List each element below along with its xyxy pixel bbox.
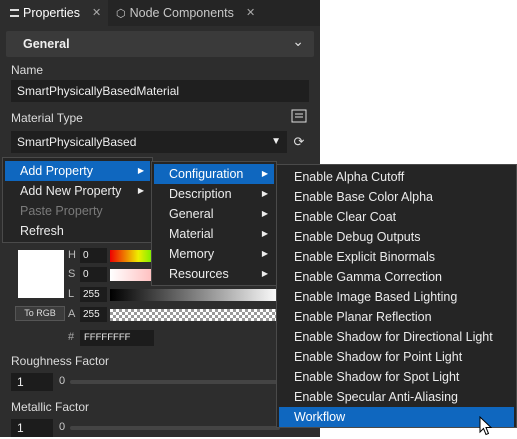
menu-item-resources[interactable]: Resources ▶ [154, 264, 274, 284]
menu-item-enable-image-based-lighting[interactable]: Enable Image Based Lighting [279, 287, 514, 307]
menu-item-label: Add Property [20, 164, 93, 178]
lightness-input[interactable]: 255 [80, 287, 107, 302]
submenu-arrow-icon: ▶ [261, 229, 268, 238]
menu-item-enable-explicit-binormals[interactable]: Enable Explicit Binormals [279, 247, 514, 267]
menu-item-label: Description [169, 187, 232, 201]
menu-item-memory[interactable]: Memory ▶ [154, 244, 274, 264]
roughness-slider[interactable] [70, 380, 280, 384]
chevron-down-icon: ⌄ [292, 33, 304, 49]
saturation-label: S [68, 268, 76, 280]
section-title: General [23, 37, 70, 51]
menu-item-enable-base-color-alpha[interactable]: Enable Base Color Alpha [279, 187, 514, 207]
lightness-slider[interactable] [110, 289, 280, 301]
metallic-label: Metallic Factor [11, 400, 90, 414]
menu-item-general[interactable]: General ▶ [154, 204, 274, 224]
menu-item-description[interactable]: Description ▶ [154, 184, 274, 204]
dropdown-arrow-icon: ▼ [271, 136, 281, 147]
alpha-input[interactable]: 255 [80, 307, 107, 322]
mouse-cursor-icon [479, 415, 493, 439]
menu-item-enable-shadow-spot-light[interactable]: Enable Shadow for Spot Light [279, 367, 514, 387]
menu-item-label: General [169, 207, 214, 221]
hex-hash-label: # [68, 331, 75, 343]
menu-item-label: Configuration [169, 167, 244, 181]
roughness-min-label: 0 [59, 375, 66, 387]
menu-item-label: Resources [169, 267, 229, 281]
menu-item-refresh[interactable]: Refresh [5, 221, 150, 241]
menu-item-label: Paste Property [20, 204, 103, 218]
menu-item-label: Material [169, 227, 214, 241]
material-type-label: Material Type [11, 111, 83, 125]
context-menu: Add Property ▶ Add New Property ▶ Paste Pr… [2, 157, 153, 243]
menu-item-configuration[interactable]: Configuration ▶ [154, 164, 274, 184]
edit-icon[interactable] [290, 109, 308, 127]
menu-item-label: Refresh [20, 224, 64, 238]
menu-item-enable-shadow-point-light[interactable]: Enable Shadow for Point Light [279, 347, 514, 367]
metallic-min-label: 0 [59, 421, 66, 433]
close-icon[interactable]: ✕ [246, 0, 255, 26]
metallic-slider[interactable] [70, 426, 280, 430]
submenu-arrow-icon: ▶ [261, 169, 268, 178]
menu-item-enable-debug-outputs[interactable]: Enable Debug Outputs [279, 227, 514, 247]
submenu-arrow-icon: ▶ [261, 209, 268, 218]
close-icon[interactable]: ✕ [92, 0, 101, 26]
menu-item-add-property[interactable]: Add Property ▶ [5, 161, 150, 181]
roughness-label: Roughness Factor [11, 354, 110, 368]
menu-item-label: Add New Property [20, 184, 122, 198]
refresh-icon[interactable]: ⟳ [290, 133, 308, 151]
metallic-input[interactable]: 1 [11, 419, 53, 437]
to-rgb-button[interactable]: To RGB [15, 306, 65, 321]
property-submenu: Configuration ▶ Description ▶ General ▶ Mat… [151, 161, 277, 286]
lightness-label: L [68, 288, 75, 300]
submenu-arrow-icon: ▶ [137, 166, 144, 175]
roughness-input[interactable]: 1 [11, 373, 53, 391]
material-type-value: SmartPhysicallyBased [17, 135, 137, 149]
configuration-submenu: Enable Alpha Cutoff Enable Base Color Al… [276, 164, 517, 428]
menu-item-add-new-property[interactable]: Add New Property ▶ [5, 181, 150, 201]
alpha-label: A [68, 308, 76, 320]
list-icon [10, 9, 19, 17]
tab-node-components[interactable]: ⬡ Node Components ✕ [110, 0, 260, 26]
tab-node-components-label: Node Components [129, 6, 234, 20]
name-field[interactable]: SmartPhysicallyBasedMaterial [11, 80, 309, 102]
menu-item-enable-clear-coat[interactable]: Enable Clear Coat [279, 207, 514, 227]
menu-item-label: Memory [169, 247, 215, 261]
menu-item-enable-specular-anti-aliasing[interactable]: Enable Specular Anti-Aliasing [279, 387, 514, 407]
submenu-arrow-icon: ▶ [261, 269, 268, 278]
general-section-header[interactable]: General ⌄ [6, 31, 314, 57]
tab-properties[interactable]: Properties ✕ [0, 0, 108, 26]
submenu-arrow-icon: ▶ [261, 189, 268, 198]
hex-input[interactable]: FFFFFFFF [80, 330, 154, 346]
menu-item-enable-planar-reflection[interactable]: Enable Planar Reflection [279, 307, 514, 327]
menu-item-material[interactable]: Material ▶ [154, 224, 274, 244]
hue-label: H [68, 249, 76, 261]
tab-properties-label: Properties [23, 6, 80, 20]
alpha-slider[interactable] [110, 309, 280, 321]
menu-item-enable-gamma-correction[interactable]: Enable Gamma Correction [279, 267, 514, 287]
submenu-arrow-icon: ▶ [137, 186, 144, 195]
submenu-arrow-icon: ▶ [261, 249, 268, 258]
menu-item-enable-shadow-directional-light[interactable]: Enable Shadow for Directional Light [279, 327, 514, 347]
tab-bar: Properties ✕ ⬡ Node Components ✕ [0, 0, 320, 26]
hue-input[interactable]: 0 [80, 248, 107, 263]
color-swatch[interactable] [18, 250, 64, 298]
component-icon: ⬡ [116, 8, 126, 20]
menu-item-paste-property: Paste Property [5, 201, 150, 221]
material-type-dropdown[interactable]: SmartPhysicallyBased ▼ [11, 131, 287, 153]
saturation-input[interactable]: 0 [80, 267, 107, 282]
name-label: Name [11, 63, 44, 77]
menu-item-enable-alpha-cutoff[interactable]: Enable Alpha Cutoff [279, 167, 514, 187]
